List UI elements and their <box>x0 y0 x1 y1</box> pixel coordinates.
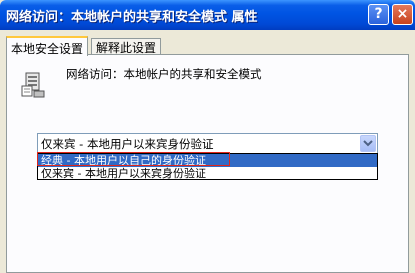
tab-local-security-setting[interactable]: 本地安全设置 <box>6 36 89 56</box>
close-button[interactable]: × <box>392 4 413 25</box>
policy-description: 网络访问：本地帐户的共享和安全模式 <box>66 67 262 81</box>
tab-explain-setting[interactable]: 解释此设置 <box>91 38 162 55</box>
help-button[interactable]: ? <box>368 4 389 25</box>
option-classic[interactable]: 经典 - 本地用户以自己的身份验证 <box>38 154 377 167</box>
dropdown-list: 经典 - 本地用户以自己的身份验证 仅来宾 - 本地用户以来宾身份验证 <box>37 153 378 180</box>
policy-server-icon <box>21 72 45 98</box>
security-model-select[interactable]: 仅来宾 - 本地用户以来宾身份验证 <box>37 133 378 154</box>
window-title: 网络访问：本地帐户的共享和安全模式 属性 <box>6 10 258 25</box>
option-guest-only[interactable]: 仅来宾 - 本地用户以来宾身份验证 <box>38 167 377 180</box>
chevron-down-icon <box>363 140 373 147</box>
properties-dialog: 网络访问：本地帐户的共享和安全模式 属性 ? × 本地安全设置 解释此设置 网络… <box>0 0 415 273</box>
title-bar[interactable]: 网络访问：本地帐户的共享和安全模式 属性 ? × <box>0 0 415 30</box>
dropdown-button[interactable] <box>360 135 376 152</box>
select-current-value: 仅来宾 - 本地用户以来宾身份验证 <box>41 137 214 151</box>
